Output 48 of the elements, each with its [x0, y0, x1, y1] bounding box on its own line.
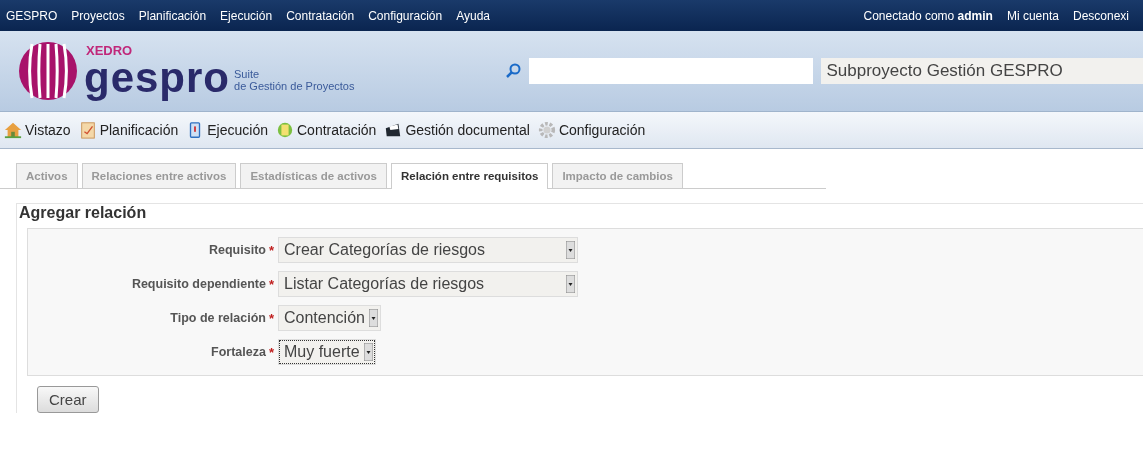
menu-link[interactable]: GESPRO — [0, 8, 72, 23]
logo-icon — [18, 41, 78, 101]
caret-icon[interactable] — [566, 275, 575, 293]
brand-name: gespro — [84, 56, 231, 99]
field-label: Fortaleza — [211, 345, 267, 359]
create-button[interactable]: Crear — [37, 386, 99, 413]
required-mark: * — [268, 276, 274, 292]
select-field[interactable]: Crear Categorías de riesgos — [278, 237, 578, 263]
select-field[interactable]: Listar Categorías de riesgos — [278, 271, 578, 297]
module-link[interactable]: Vistazo — [25, 122, 71, 138]
required-mark: * — [268, 310, 274, 326]
caret-icon[interactable] — [363, 343, 373, 361]
section-title: Agregar relación — [19, 204, 148, 222]
clipboard-icon — [78, 121, 97, 139]
notes-icon — [276, 121, 294, 139]
menu-link[interactable]: Ejecución — [220, 8, 287, 23]
tab[interactable]: Relación entre requisitos — [391, 163, 549, 189]
account-link[interactable]: Mi cuenta — [1006, 8, 1073, 23]
caret-icon[interactable] — [368, 309, 378, 327]
tagline: de Gestión de Proyectos — [234, 80, 355, 93]
module-link[interactable]: Ejecución — [207, 122, 268, 138]
field-label: Requisito — [209, 243, 267, 257]
menu-link[interactable]: Ayuda — [456, 8, 505, 23]
search-icon[interactable] — [504, 63, 521, 79]
tagline: Suite — [234, 68, 261, 81]
required-mark: * — [268, 344, 274, 360]
house-icon — [4, 121, 22, 139]
caret-icon[interactable] — [566, 241, 575, 259]
search-field[interactable] — [528, 58, 813, 84]
required-mark: * — [268, 242, 274, 258]
gear-icon — [537, 121, 556, 139]
field-label: Tipo de relación — [170, 311, 267, 325]
logout-link[interactable]: Desconexi — [1072, 8, 1143, 23]
menu-link[interactable]: Proyectos — [71, 8, 139, 23]
folder-icon — [384, 121, 403, 139]
menu-link[interactable]: Contratación — [286, 8, 369, 23]
module-link[interactable]: Gestión documental — [405, 122, 530, 138]
menu-link[interactable]: Planificación — [138, 8, 221, 23]
field-label: Requisito dependiente — [131, 277, 267, 291]
module-link[interactable]: Configuración — [558, 122, 646, 138]
logged-in-text: Conectado como admin — [863, 8, 994, 23]
menu-link[interactable]: Configuración — [368, 8, 457, 23]
select-field[interactable]: Muy fuerte — [278, 339, 376, 365]
project-select[interactable]: Subproyecto Gestión GESPRO — [820, 58, 1143, 84]
brand-subtitle: XEDRO — [86, 43, 134, 57]
module-link[interactable]: Contratación — [297, 122, 377, 138]
select-field[interactable]: Contención — [278, 305, 381, 331]
module-link[interactable]: Planificación — [99, 122, 179, 138]
